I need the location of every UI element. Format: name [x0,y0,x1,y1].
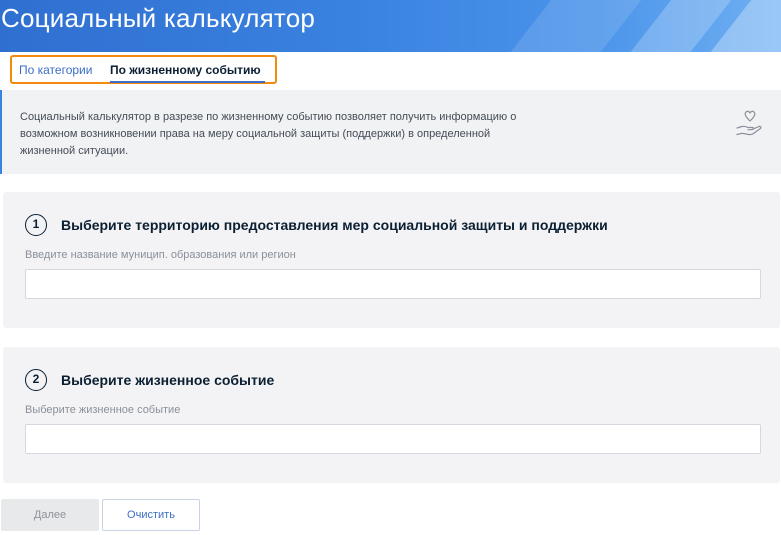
page-title: Социальный калькулятор [1,3,316,33]
tab-by-category[interactable]: По категории [19,63,92,77]
next-button[interactable]: Далее [1,499,99,531]
step-number: 2 [25,369,47,391]
banner-decoration [465,0,665,52]
info-panel: Социальный калькулятор в разрезе по жизн… [0,90,781,174]
active-tab-indicator [110,81,265,83]
step-title: Выберите территорию предоставления мер с… [61,217,608,233]
heart-hand-icon [736,110,762,136]
info-description: Социальный калькулятор в разрезе по жизн… [20,111,517,157]
territory-field-label: Введите название муницип. образования ил… [25,249,296,261]
territory-input[interactable] [25,269,761,299]
header-banner: Социальный калькулятор [0,0,781,52]
tab-by-life-event[interactable]: По жизненному событию [110,63,261,77]
territory-section: 1 Выберите территорию предоставления мер… [3,192,780,328]
clear-button[interactable]: Очистить [102,499,200,531]
life-event-section: 2 Выберите жизненное событие Выберите жи… [3,347,780,483]
step-title: Выберите жизненное событие [61,372,275,388]
life-event-field-label: Выберите жизненное событие [25,404,181,416]
life-event-input[interactable] [25,424,761,454]
step-number: 1 [25,214,47,236]
